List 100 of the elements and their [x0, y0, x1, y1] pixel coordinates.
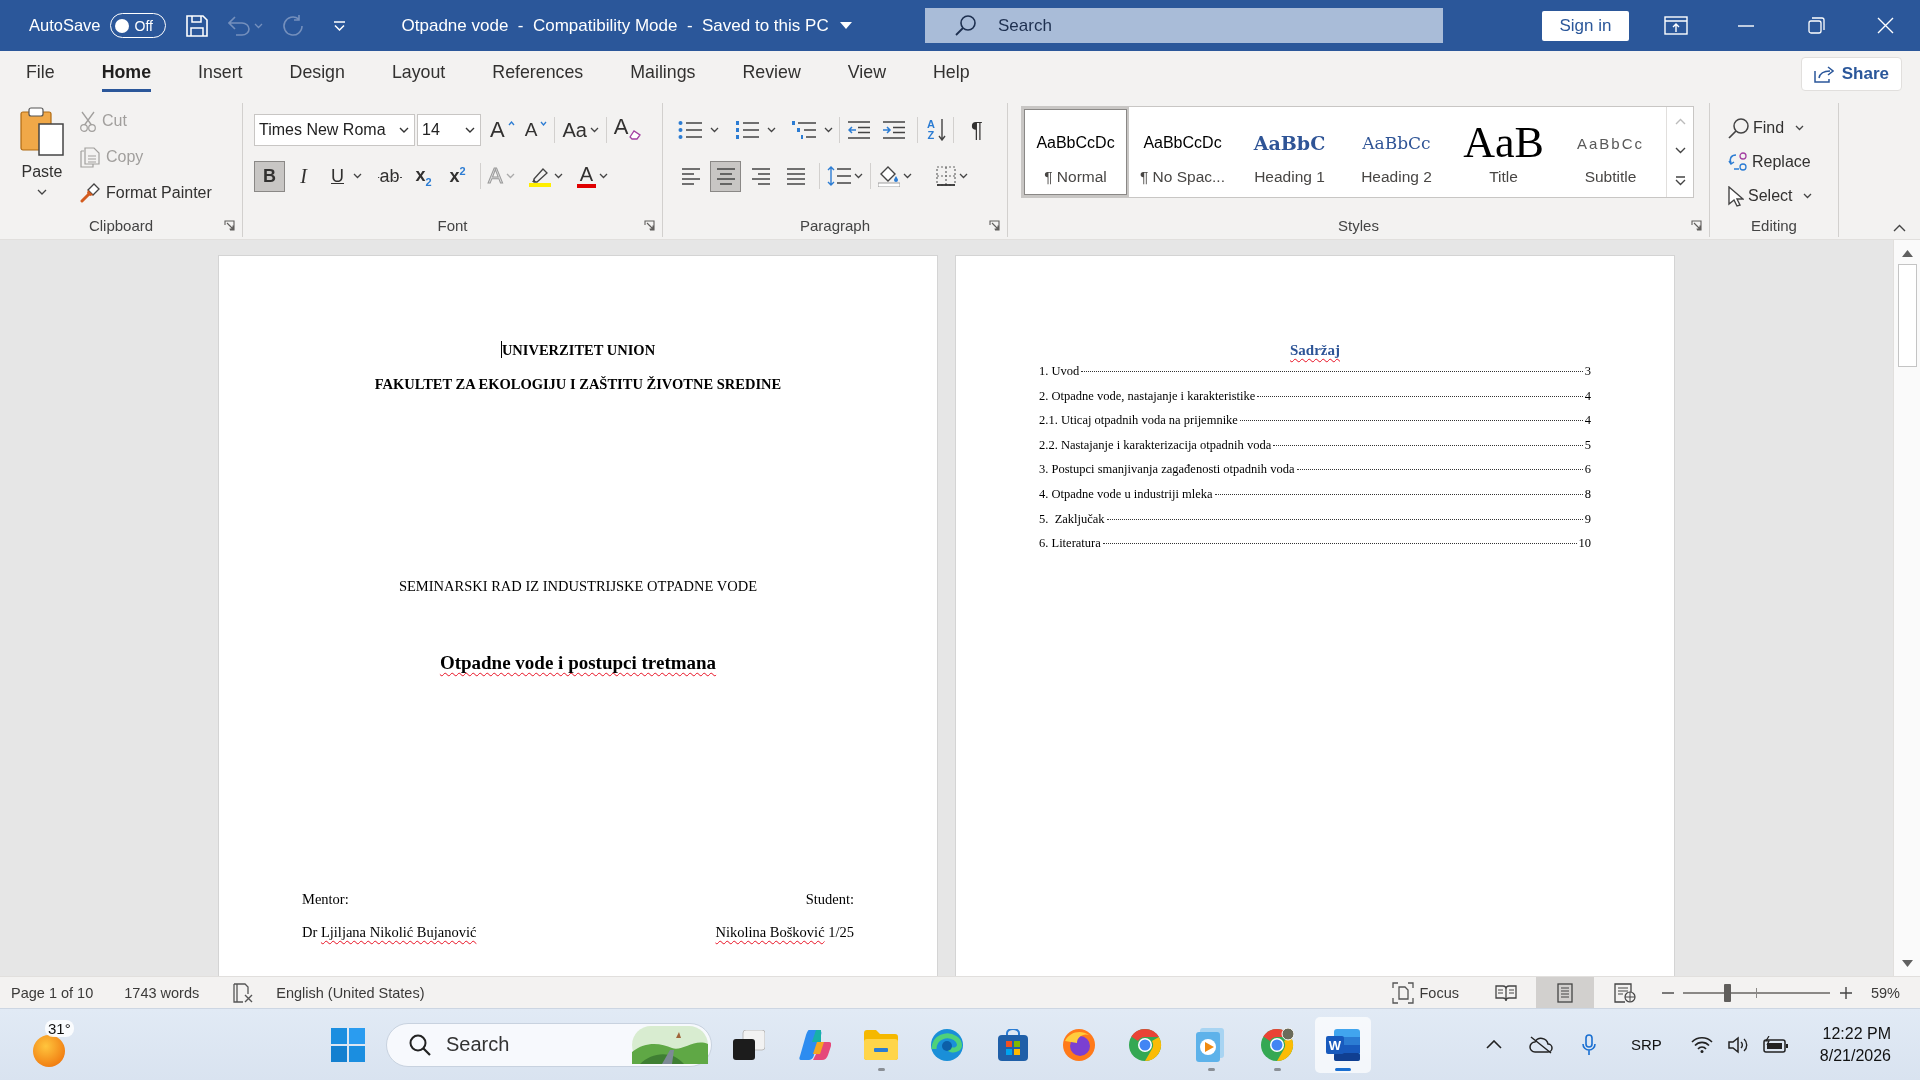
change-case-button[interactable]: Aa: [559, 114, 602, 146]
caret-icon[interactable]: [824, 127, 833, 133]
minimize-icon[interactable]: [1738, 24, 1754, 27]
increase-indent-icon[interactable]: [883, 121, 905, 139]
microphone-icon[interactable]: [1581, 1033, 1596, 1056]
ribbon-tab[interactable]: Mailings: [630, 51, 696, 92]
toc-entry[interactable]: 1. Uvod 3: [1039, 359, 1591, 384]
scroll-down-icon[interactable]: [1901, 960, 1913, 967]
close-icon[interactable]: [1877, 17, 1894, 34]
subscript-button[interactable]: x$_{2}$: [408, 160, 439, 192]
style-option[interactable]: AaBbCc Subtitle: [1557, 107, 1664, 197]
grow-font-button[interactable]: A: [487, 114, 518, 146]
customize-icon[interactable]: [332, 20, 346, 31]
restore-icon[interactable]: [1808, 17, 1825, 34]
underline-button[interactable]: U: [322, 160, 353, 192]
dialog-launcher-icon[interactable]: [989, 219, 1000, 231]
toc-entry[interactable]: 2. Otpadne vode, nastajanje i karakteristike 4: [1039, 383, 1591, 409]
find-button[interactable]: Find: [1728, 111, 1838, 145]
align-center-button[interactable]: [710, 160, 741, 192]
bold-button[interactable]: B: [254, 160, 285, 192]
battery-icon[interactable]: [1762, 1035, 1789, 1054]
font-size-dropdown[interactable]: 14: [417, 114, 481, 146]
search-field[interactable]: Search: [925, 8, 1443, 43]
share-button[interactable]: Share: [1800, 57, 1902, 91]
italic-button[interactable]: I: [288, 160, 319, 192]
ribbon-tab[interactable]: File: [26, 51, 55, 92]
toc-entry[interactable]: 2.2. Nastajanje i karakterizacija otpadnih voda 5: [1039, 432, 1591, 458]
word-count[interactable]: 1743 words: [124, 984, 200, 1001]
save-icon[interactable]: [185, 14, 208, 37]
toc-entry[interactable]: 3. Postupci smanjivanja zagađenosti otpadnih voda 6: [1039, 457, 1591, 482]
zoom-slider-thumb[interactable]: [1724, 983, 1732, 1002]
collapse-ribbon-icon[interactable]: [1893, 224, 1906, 232]
replace-button[interactable]: Replace: [1728, 145, 1838, 179]
ribbon-tab[interactable]: Insert: [198, 51, 243, 92]
ribbon-tab[interactable]: Design: [289, 51, 345, 92]
sun-icon[interactable]: [33, 1034, 65, 1067]
dialog-launcher-icon[interactable]: [224, 219, 235, 231]
ribbon-tab[interactable]: Help: [933, 51, 970, 92]
toc-entry[interactable]: 2.1. Uticaj otpadnih voda na prijemnike 4: [1039, 408, 1591, 433]
ribbon-tab[interactable]: Home: [101, 51, 152, 92]
style-option[interactable]: AaBbCcDc ¶ No Spac...: [1129, 107, 1236, 197]
clock-time[interactable]: 12:22 PM: [1822, 1022, 1891, 1045]
book-x-icon[interactable]: [232, 982, 255, 1003]
toc-entry[interactable]: 4. Otpadne vode u industriji mleka 8: [1039, 481, 1591, 507]
numbered-list-icon[interactable]: [735, 120, 759, 140]
speaker-icon[interactable]: [1727, 1035, 1748, 1054]
scroll-down-icon[interactable]: [1674, 147, 1686, 154]
bullet-list-icon[interactable]: [678, 120, 702, 140]
vertical-scrollbar[interactable]: [1893, 240, 1920, 976]
sort-button[interactable]: A Z: [924, 114, 949, 146]
minus-icon[interactable]: [1661, 991, 1674, 994]
temperature-label[interactable]: 31°: [45, 1019, 74, 1037]
chevron-up-icon[interactable]: [1485, 1040, 1502, 1049]
windows-logo-icon[interactable]: [331, 1027, 365, 1062]
language-label[interactable]: English (United States): [276, 984, 425, 1001]
style-option[interactable]: AaB Title: [1450, 107, 1557, 197]
borders-icon: [936, 166, 956, 186]
toc-entry[interactable]: 6. Literatura 10: [1039, 531, 1591, 556]
select-button[interactable]: Select: [1728, 179, 1838, 213]
focus-button[interactable]: Focus: [1392, 981, 1459, 1004]
page-count[interactable]: Page 1 of 10: [11, 984, 94, 1001]
style-option[interactable]: AaBbCcDc ¶ Normal: [1022, 107, 1129, 197]
scroll-up-icon[interactable]: [1901, 250, 1913, 257]
input-language-label[interactable]: SRP: [1630, 1036, 1662, 1053]
style-option[interactable]: AaBbC Heading 1: [1236, 107, 1343, 197]
paste-button[interactable]: Paste: [17, 103, 67, 213]
dialog-launcher-icon[interactable]: [1691, 219, 1702, 231]
ribbon-tab[interactable]: View: [847, 51, 886, 92]
style-option[interactable]: AaBbCc Heading 2: [1343, 107, 1450, 197]
ribbon-tab[interactable]: References: [492, 51, 584, 92]
format-painter-button[interactable]: Format Painter: [80, 175, 212, 211]
font-name-dropdown[interactable]: Times New Roma: [254, 114, 415, 146]
caret-icon[interactable]: [767, 127, 776, 133]
decrease-indent-icon[interactable]: [848, 121, 870, 139]
ribbon-tab[interactable]: Review: [742, 51, 801, 92]
wifi-icon[interactable]: [1690, 1036, 1713, 1053]
toc-entry[interactable]: 5. Zaključak 9: [1039, 506, 1591, 532]
more-styles-icon[interactable]: [1674, 176, 1686, 186]
shrink-font-button[interactable]: A: [521, 114, 551, 146]
scrollbar-thumb[interactable]: [1897, 264, 1917, 367]
display-options-icon[interactable]: [1664, 16, 1688, 35]
taskbar-search-field[interactable]: Search: [386, 1022, 712, 1067]
show-marks-button[interactable]: ¶: [967, 114, 986, 146]
plus-icon[interactable]: [1839, 986, 1852, 999]
taskbar-app-button[interactable]: W: [1315, 1016, 1371, 1073]
font-color-button[interactable]: A: [573, 160, 612, 192]
sign-in-button[interactable]: Sign in: [1542, 10, 1629, 41]
superscript-button[interactable]: x$^{2}$: [442, 160, 473, 192]
print-view-button[interactable]: [1535, 977, 1594, 1008]
caret-icon[interactable]: [839, 22, 852, 29]
cloud-off-icon[interactable]: [1528, 1035, 1553, 1054]
page-icon: [1556, 982, 1573, 1003]
dialog-launcher-icon[interactable]: [644, 219, 655, 231]
clear-formatting-button[interactable]: A: [610, 114, 644, 146]
clock-date[interactable]: 8/21/2026: [1819, 1044, 1891, 1067]
zoom-level[interactable]: 59%: [1870, 984, 1900, 1001]
caret-icon[interactable]: [710, 127, 719, 133]
ribbon-tab[interactable]: Layout: [391, 51, 446, 92]
caret-icon[interactable]: [353, 173, 362, 179]
multilevel-list-icon[interactable]: [792, 120, 816, 140]
